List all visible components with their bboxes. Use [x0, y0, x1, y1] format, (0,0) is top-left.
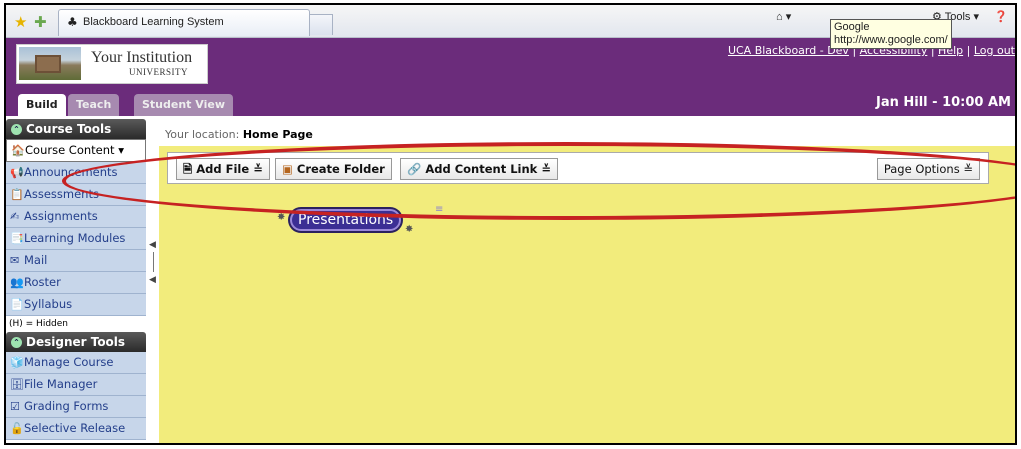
sidebar-item-announcements[interactable]: 📢Announcements [6, 162, 146, 184]
add-file-button[interactable]: 🗎 Add File ≚ [176, 158, 270, 180]
sidebar-item-label: Selective Release [24, 421, 126, 435]
campus-photo [19, 47, 81, 80]
designer-tools-header: ⌃ Designer Tools [6, 332, 146, 352]
megaphone-icon: 📢 [10, 166, 24, 179]
page-options-label: Page Options [883, 162, 960, 176]
tab-teach[interactable]: Teach [68, 94, 120, 116]
release-icon: 🔓 [10, 422, 24, 435]
burst-decoration: ✸ [405, 224, 414, 235]
sidebar-item-label: Assignments [24, 209, 98, 223]
folder-icon: ▣ [282, 162, 293, 176]
assessment-icon: 📋 [10, 188, 24, 201]
grading-icon: ☑ [10, 400, 20, 413]
sidebar-item-label: Announcements [24, 165, 118, 179]
home-icon: 🏠 [11, 144, 25, 157]
location-label: Your location: [165, 128, 240, 141]
collapse-left-icon[interactable]: ◀ [149, 275, 156, 285]
add-content-link-button[interactable]: 🔗 Add Content Link ≚ [400, 158, 558, 180]
sidebar-item-label: Course Content [25, 143, 115, 157]
blackboard-favicon-icon: ♣ [67, 15, 78, 29]
create-folder-button[interactable]: ▣ Create Folder [275, 158, 392, 180]
browser-frame: ★ ✚ ♣ Blackboard Learning System ⌂ ▾ ⚙ T… [4, 3, 1017, 445]
collapse-left-icon[interactable]: ◀ [149, 240, 156, 250]
add-file-label: Add File [196, 162, 250, 176]
sidebar-item-syllabus[interactable]: 📄Syllabus [6, 294, 146, 316]
item-menu-icon[interactable]: ≡ [435, 204, 443, 215]
link-log-out[interactable]: Log out [974, 44, 1015, 57]
breadcrumb: Your location: Home Page [159, 124, 1015, 146]
sidebar-item-mail[interactable]: ✉ Mail [6, 250, 146, 272]
burst-decoration: ✸ [277, 212, 286, 223]
tab-bar: Build Teach Student View Jan Hill - 10:0… [6, 92, 1015, 116]
tooltip: Google http://www.google.com/ [830, 19, 952, 49]
logo-subtitle: UNIVERSITY [129, 67, 188, 77]
favorites-star-icon[interactable]: ★ [14, 13, 27, 31]
sidebar-item-manage-course[interactable]: 🧊Manage Course [6, 352, 146, 374]
file-manager-icon: 🗄 [10, 378, 24, 391]
create-folder-label: Create Folder [296, 162, 385, 176]
sidebar-item-label: Roster [24, 275, 61, 289]
sidebar: ⌃ Course Tools 🏠Course Content ▾ 📢Announc… [6, 119, 146, 443]
sidebar-item-course-content[interactable]: 🏠Course Content ▾ [6, 139, 146, 162]
cube-icon: 🧊 [10, 356, 24, 369]
course-tools-title: Course Tools [26, 122, 112, 136]
sidebar-item-learning-modules[interactable]: 📑Learning Modules [6, 228, 146, 250]
add-favorites-icon[interactable]: ✚ [34, 13, 47, 31]
sidebar-item-assignments[interactable]: ✍ Assignments [6, 206, 146, 228]
content-area: Your location: Home Page 🗎 Add File ≚ ▣ … [159, 124, 1015, 443]
people-icon: 👥 [10, 276, 24, 289]
user-time: Jan Hill - 10:00 AM [876, 95, 1011, 110]
sidebar-item-selective-release[interactable]: 🔓Selective Release [6, 418, 146, 440]
link-icon: 🔗 [407, 162, 422, 176]
mail-icon: ✉ [10, 254, 20, 267]
designer-tools-title: Designer Tools [26, 335, 126, 349]
add-content-link-label: Add Content Link [425, 162, 538, 176]
tab-build[interactable]: Build [18, 94, 66, 116]
sidebar-item-roster[interactable]: 👥Roster [6, 272, 146, 294]
sidebar-item-assessments[interactable]: 📋Assessments [6, 184, 146, 206]
browser-tab[interactable]: ♣ Blackboard Learning System [58, 9, 310, 36]
home-icon[interactable]: ⌂ ▾ [776, 10, 791, 23]
sidebar-item-label: Syllabus [24, 297, 73, 311]
sidebar-item-label: Grading Forms [24, 399, 109, 413]
sidebar-item-grading-forms[interactable]: ☑ Grading Forms [6, 396, 146, 418]
syllabus-icon: 📄 [10, 298, 24, 311]
hidden-note: (H) = Hidden [9, 319, 68, 329]
new-tab-button[interactable] [309, 14, 333, 35]
splitter-handle[interactable] [153, 252, 154, 272]
menu-chevron-icon: ≚ [963, 162, 973, 176]
menu-chevron-icon: ≚ [541, 162, 551, 176]
sidebar-item-label: Assessments [24, 187, 99, 201]
assignment-icon: ✍ [10, 210, 20, 223]
menu-chevron-icon: ≚ [253, 162, 263, 176]
page-options-button[interactable]: Page Options ≚ [876, 158, 980, 180]
collapse-circle-icon[interactable]: ⌃ [11, 337, 22, 348]
collapse-circle-icon[interactable]: ⌃ [11, 124, 22, 135]
tooltip-url: http://www.google.com/ [834, 34, 948, 46]
sidebar-item-file-manager[interactable]: 🗄File Manager [6, 374, 146, 396]
presentations-label: Presentations [290, 209, 402, 231]
file-icon: 🗎 [183, 162, 193, 176]
sidebar-item-label: File Manager [24, 377, 98, 391]
tab-student-view[interactable]: Student View [134, 94, 233, 116]
tooltip-title: Google [834, 21, 870, 33]
sidebar-item-label: Manage Course [24, 355, 114, 369]
sidebar-item-label: Learning Modules [24, 231, 126, 245]
institution-logo[interactable]: Your Institution UNIVERSITY [16, 44, 208, 84]
logo-name: Your Institution [91, 49, 193, 66]
presentations-item[interactable]: ✸ Presentations ✸ ≡ [277, 204, 443, 244]
browser-tab-title: Blackboard Learning System [83, 16, 224, 28]
course-tools-header: ⌃ Course Tools [6, 119, 146, 139]
location-value[interactable]: Home Page [243, 128, 313, 141]
sidebar-item-label: Mail [24, 253, 48, 267]
module-icon: 📑 [10, 232, 24, 245]
action-bar: 🗎 Add File ≚ ▣ Create Folder 🔗 Add Conte… [167, 152, 989, 184]
help-icon[interactable]: ❓ [994, 10, 1008, 23]
